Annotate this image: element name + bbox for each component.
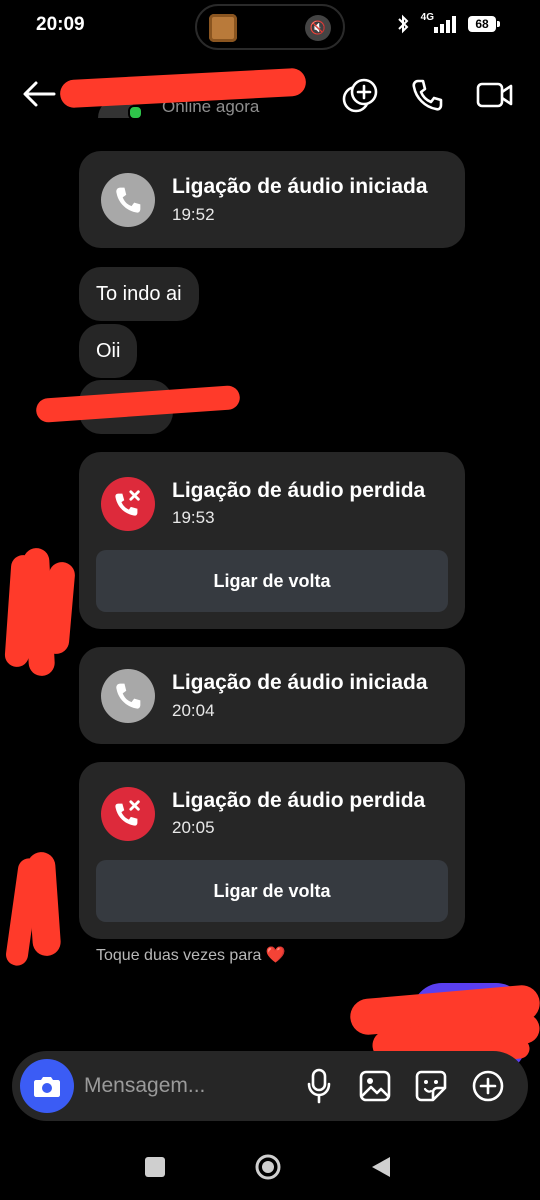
image-icon[interactable]: [359, 1070, 391, 1107]
video-camera-icon[interactable]: [476, 80, 514, 110]
dynamic-island[interactable]: 🔇: [195, 4, 345, 50]
missed-call-icon: [101, 787, 155, 841]
call-back-button[interactable]: Ligar de volta: [96, 860, 448, 922]
online-status-dot: [128, 105, 143, 120]
redaction-mark: [26, 851, 62, 957]
sticker-add-icon[interactable]: [341, 77, 379, 115]
bluetooth-icon: [396, 14, 410, 39]
call-card-missed[interactable]: Ligação de áudio perdida 19:53 Ligar de …: [79, 452, 465, 629]
message-composer: [12, 1051, 528, 1121]
back-button[interactable]: [370, 1155, 392, 1184]
message-input[interactable]: [84, 1069, 284, 1103]
call-card-started[interactable]: Ligação de áudio iniciada 20:04: [79, 647, 465, 744]
signal-icon: [434, 15, 460, 38]
call-time: 19:53: [172, 508, 215, 527]
missed-call-icon: [101, 477, 155, 531]
call-card-missed[interactable]: Ligação de áudio perdida 20:05 Ligar de …: [79, 762, 465, 939]
plus-icon[interactable]: [472, 1070, 504, 1107]
double-tap-hint: Toque duas vezes para ❤️: [96, 947, 286, 964]
call-back-button[interactable]: Ligar de volta: [96, 550, 448, 612]
microphone-icon[interactable]: [306, 1068, 332, 1109]
message-bubble[interactable]: To indo ai: [79, 267, 199, 321]
phone-icon: [101, 173, 155, 227]
call-title: Ligação de áudio iniciada: [172, 175, 428, 198]
media-thumbnail: [209, 14, 237, 42]
phone-icon[interactable]: [410, 78, 444, 112]
battery-indicator: 68: [468, 16, 496, 32]
message-bubble[interactable]: Oii: [79, 324, 138, 378]
phone-icon: [101, 669, 155, 723]
mute-icon: 🔇: [305, 15, 331, 41]
call-card-started[interactable]: Ligação de áudio iniciada 19:52: [79, 151, 465, 248]
call-title: Ligação de áudio perdida: [172, 479, 426, 502]
status-time: 20:09: [36, 14, 85, 35]
call-title: Ligação de áudio iniciada: [172, 671, 428, 694]
call-time: 20:05: [172, 818, 215, 837]
home-button[interactable]: [254, 1153, 282, 1181]
network-type: 4G: [420, 12, 434, 23]
call-title: Ligação de áudio perdida: [172, 789, 426, 812]
back-arrow-icon[interactable]: [22, 80, 56, 108]
camera-icon[interactable]: [20, 1059, 74, 1113]
sticker-icon[interactable]: [415, 1070, 447, 1107]
battery-tip: [497, 21, 500, 27]
call-time: 20:04: [172, 701, 215, 720]
call-time: 19:52: [172, 205, 215, 224]
recents-button[interactable]: [145, 1157, 165, 1177]
